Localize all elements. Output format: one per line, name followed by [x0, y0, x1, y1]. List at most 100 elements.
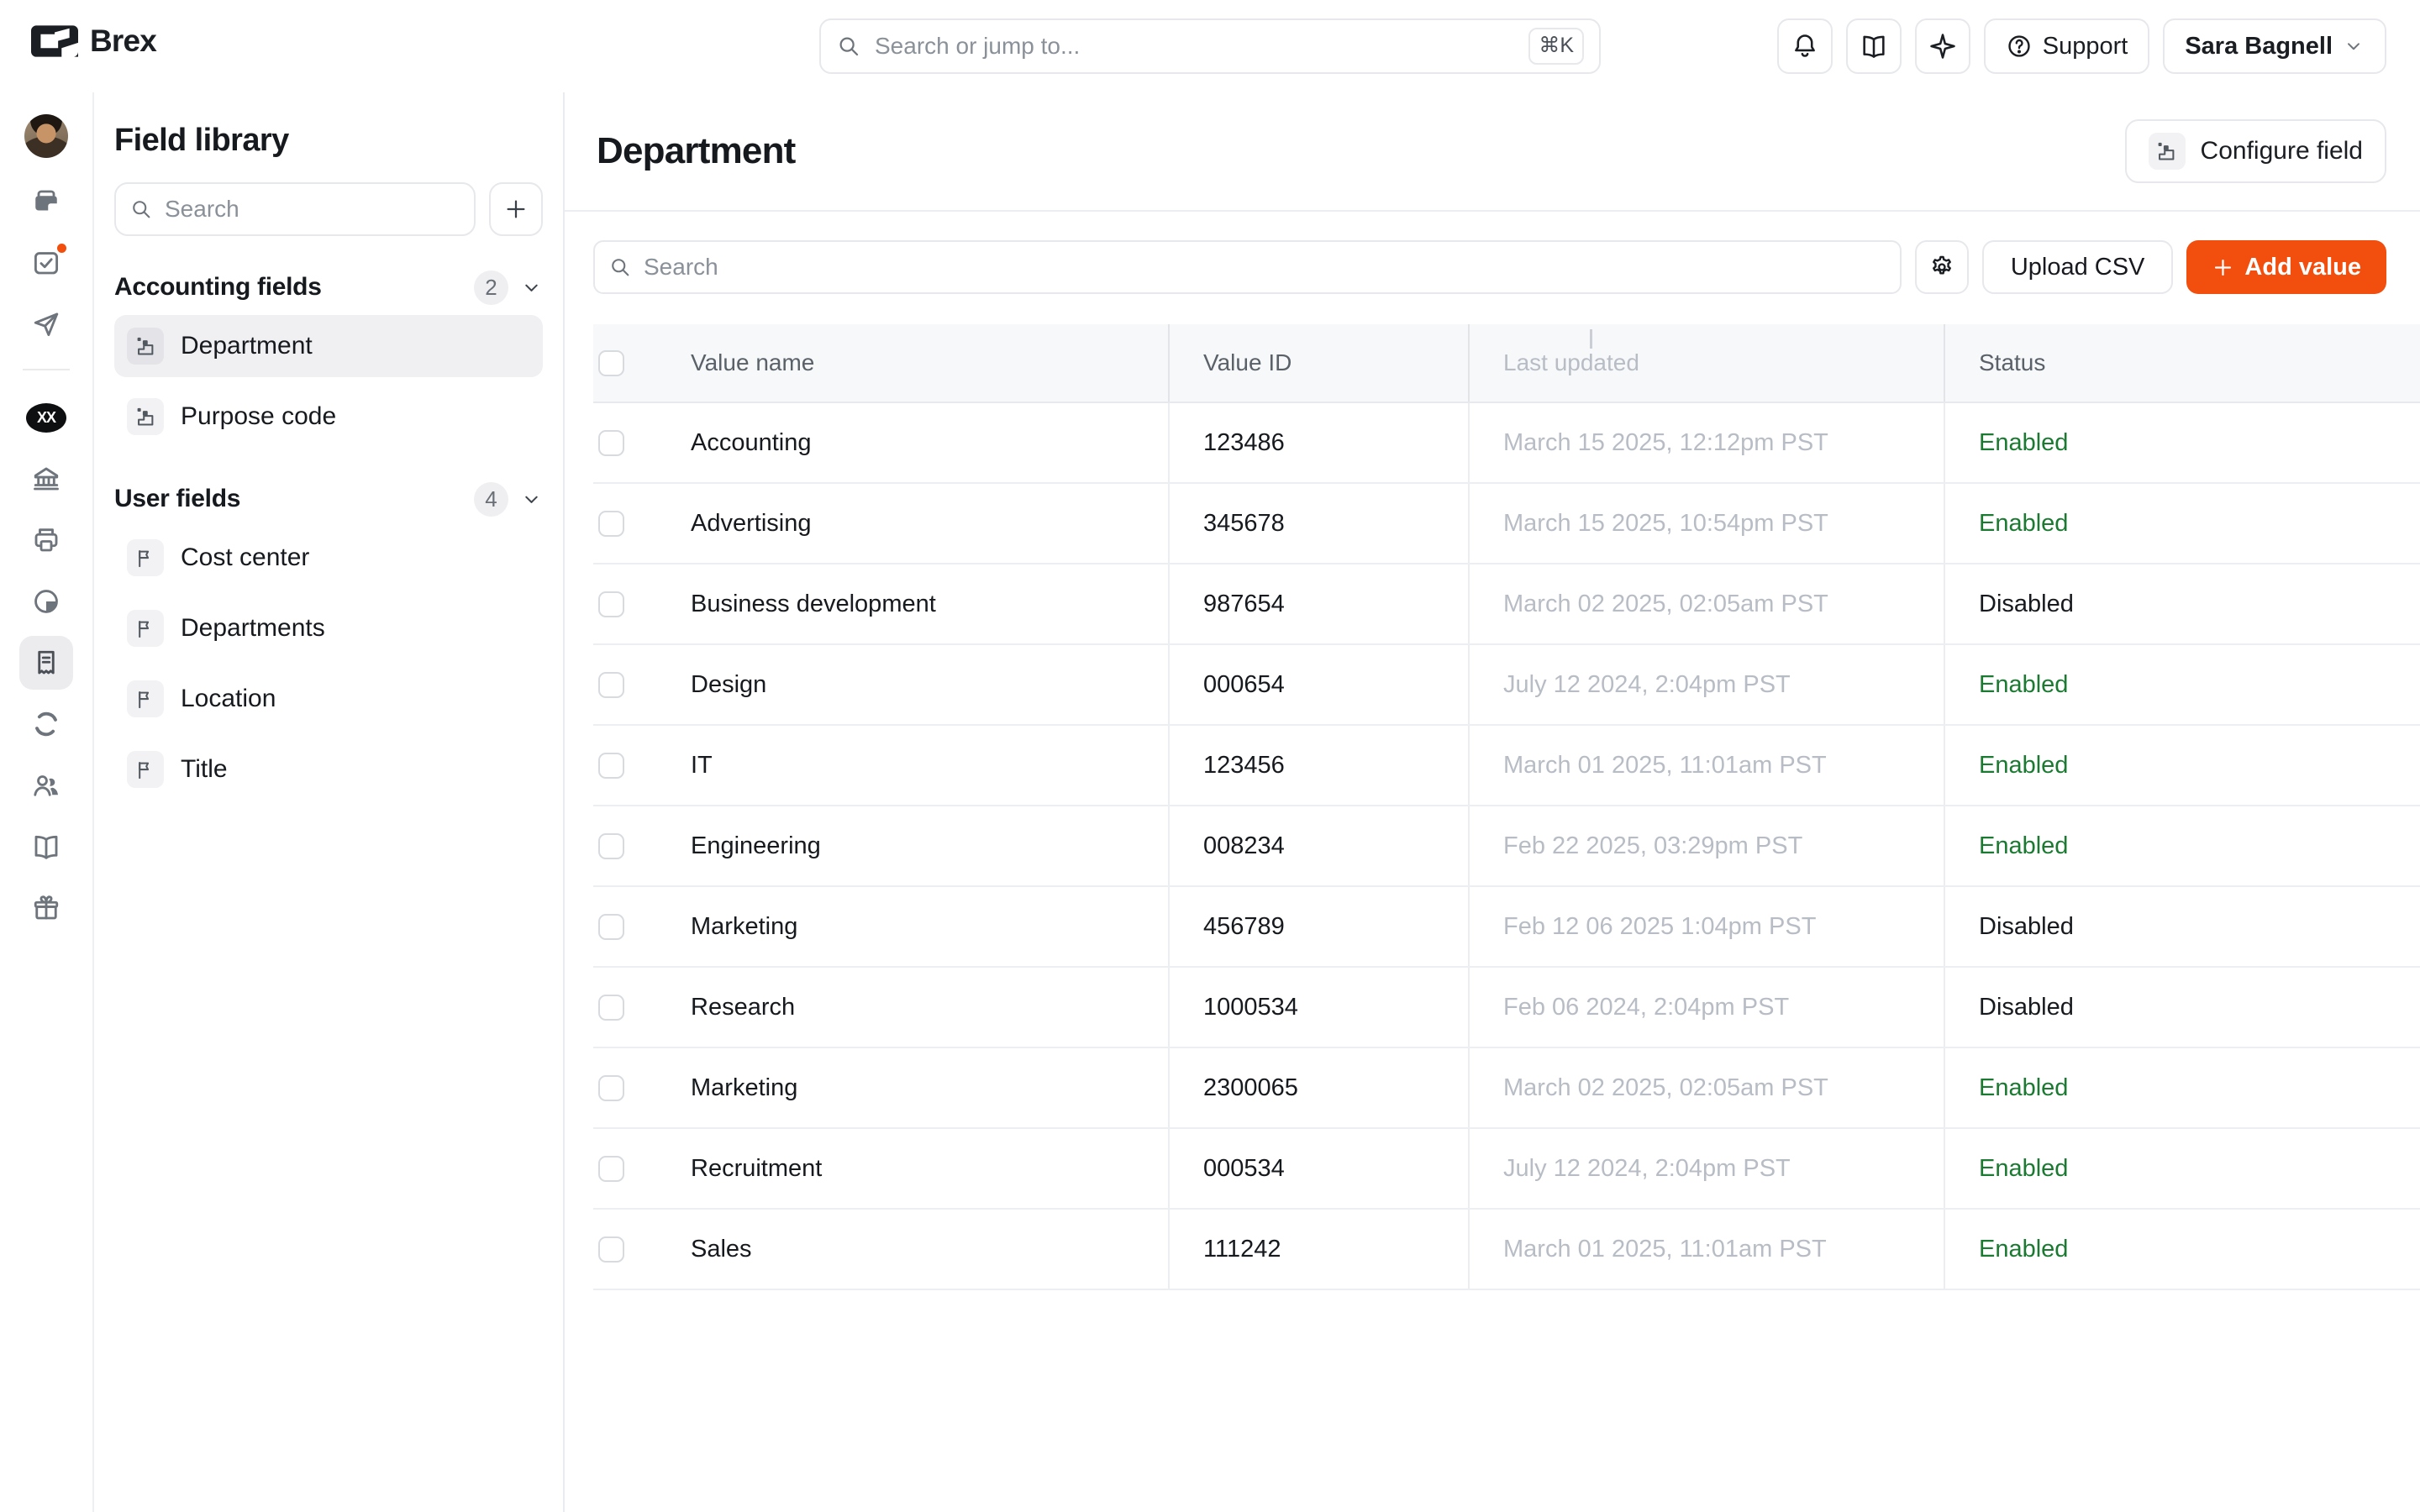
table-row[interactable]: Business development 987654 March 02 202… — [593, 564, 2420, 645]
table-row[interactable]: Marketing 2300065 March 02 2025, 02:05am… — [593, 1048, 2420, 1129]
rail-item-travel[interactable] — [19, 297, 73, 351]
table-row[interactable]: Design 000654 July 12 2024, 2:04pm PST E… — [593, 645, 2420, 726]
status-cell: Enabled — [1945, 645, 2420, 724]
status-cell: Disabled — [1945, 968, 2420, 1047]
chevron-down-icon[interactable] — [520, 488, 543, 511]
sidebar-field-item[interactable]: Title — [114, 738, 543, 801]
panel-title: Field library — [114, 123, 543, 159]
row-checkbox[interactable] — [598, 591, 624, 617]
global-search[interactable]: ⌘K — [819, 18, 1601, 74]
table-row[interactable]: Sales 111242 March 01 2025, 11:01am PST … — [593, 1210, 2420, 1290]
rail-item-receipts[interactable] — [19, 636, 73, 690]
field-search-input[interactable] — [165, 196, 460, 223]
sidebar-field-item[interactable]: Department — [114, 315, 543, 377]
pie-chart-icon — [31, 586, 61, 617]
table-row[interactable]: Accounting 123486 March 15 2025, 12:12pm… — [593, 403, 2420, 484]
sidebar-field-item[interactable]: Cost center — [114, 527, 543, 589]
rail-item-print[interactable] — [19, 513, 73, 567]
user-avatar[interactable] — [24, 114, 68, 158]
rail-item-cards[interactable] — [19, 175, 73, 228]
row-checkbox[interactable] — [598, 753, 624, 779]
sidebar-field-item[interactable]: Departments — [114, 597, 543, 659]
value-name-cell: Research — [691, 968, 1170, 1047]
column-resize-handle[interactable] — [1590, 329, 1592, 349]
status-cell: Enabled — [1945, 1129, 2420, 1208]
last-updated-cell: March 01 2025, 11:01am PST — [1470, 726, 1945, 805]
select-all-checkbox[interactable] — [598, 350, 624, 376]
value-name-cell: IT — [691, 726, 1170, 805]
value-search-input[interactable] — [644, 254, 1886, 281]
global-search-input[interactable] — [875, 33, 1515, 60]
field-icon-chip — [2149, 133, 2186, 170]
support-button[interactable]: Support — [1984, 18, 2150, 74]
add-value-button[interactable]: Add value — [2186, 240, 2386, 294]
value-id-cell: 123456 — [1170, 726, 1470, 805]
row-checkbox[interactable] — [598, 511, 624, 537]
field-type-icon — [134, 406, 157, 428]
user-menu-button[interactable]: Sara Bagnell — [2163, 18, 2386, 74]
page-title: Department — [597, 130, 796, 172]
table-row[interactable]: IT 123456 March 01 2025, 11:01am PST Ena… — [593, 726, 2420, 806]
table-row[interactable]: Research 1000534 Feb 06 2024, 2:04pm PST… — [593, 968, 2420, 1048]
rail-item-tasks[interactable] — [19, 236, 73, 290]
add-field-button[interactable] — [489, 182, 543, 236]
row-checkbox[interactable] — [598, 430, 624, 456]
table-settings-button[interactable] — [1915, 240, 1969, 294]
table-row[interactable]: Marketing 456789 Feb 12 06 2025 1:04pm P… — [593, 887, 2420, 968]
last-updated-cell: March 15 2025, 10:54pm PST — [1470, 484, 1945, 563]
sidebar-field-item[interactable]: Purpose code — [114, 386, 543, 448]
assistant-button[interactable] — [1915, 18, 1970, 74]
section-count-badge: 4 — [474, 482, 508, 517]
rail-item-sync[interactable] — [19, 697, 73, 751]
value-search[interactable] — [593, 240, 1902, 294]
field-item-label: Department — [181, 332, 313, 360]
row-checkbox[interactable] — [598, 672, 624, 698]
rail-item-rewards[interactable] — [19, 881, 73, 935]
notifications-button[interactable] — [1777, 18, 1833, 74]
status-cell: Disabled — [1945, 887, 2420, 966]
help-circle-icon — [2006, 33, 2033, 60]
rail-item-reporting[interactable] — [19, 575, 73, 628]
field-item-label: Purpose code — [181, 402, 336, 431]
section-label: User fields — [114, 485, 240, 513]
last-updated-cell: March 02 2025, 02:05am PST — [1470, 564, 1945, 643]
last-updated-cell: July 12 2024, 2:04pm PST — [1470, 645, 1945, 724]
rail-item-people[interactable] — [19, 759, 73, 812]
row-checkbox[interactable] — [598, 1075, 624, 1101]
row-checkbox[interactable] — [598, 1156, 624, 1182]
field-item-label: Cost center — [181, 543, 309, 572]
brex-mark-icon — [31, 24, 78, 59]
rail-item-company[interactable]: XX — [19, 391, 73, 444]
table-row[interactable]: Engineering 008234 Feb 22 2025, 03:29pm … — [593, 806, 2420, 887]
plus-icon — [503, 197, 529, 222]
company-logo: XX — [26, 403, 66, 433]
value-name-cell: Design — [691, 645, 1170, 724]
field-icon-chip — [127, 610, 164, 647]
status-cell: Enabled — [1945, 1048, 2420, 1127]
row-checkbox[interactable] — [598, 914, 624, 940]
upload-csv-button[interactable]: Upload CSV — [1982, 240, 2174, 294]
row-checkbox[interactable] — [598, 995, 624, 1021]
table-toolbar: Upload CSV Add value — [593, 240, 2386, 294]
travel-icon — [31, 309, 61, 339]
brex-logo[interactable]: Brex — [31, 24, 156, 59]
field-type-icon — [134, 547, 157, 570]
field-icon-chip — [127, 398, 164, 435]
bell-icon — [1791, 32, 1819, 60]
sidebar-field-item[interactable]: Location — [114, 668, 543, 730]
field-search[interactable] — [114, 182, 476, 236]
rail-item-library[interactable] — [19, 820, 73, 874]
value-id-cell: 123486 — [1170, 403, 1470, 482]
column-header-status: Status — [1945, 324, 2420, 402]
docs-button[interactable] — [1846, 18, 1902, 74]
sidebar-section-header[interactable]: Accounting fields 2 — [114, 270, 543, 305]
row-checkbox[interactable] — [598, 833, 624, 859]
table-row[interactable]: Advertising 345678 March 15 2025, 10:54p… — [593, 484, 2420, 564]
rail-item-banking[interactable] — [19, 452, 73, 506]
configure-field-button[interactable]: Configure field — [2125, 119, 2386, 183]
sidebar-section-header[interactable]: User fields 4 — [114, 481, 543, 517]
row-checkbox[interactable] — [598, 1236, 624, 1263]
chevron-down-icon[interactable] — [520, 276, 543, 299]
table-row[interactable]: Recruitment 000534 July 12 2024, 2:04pm … — [593, 1129, 2420, 1210]
nav-rail: XX — [0, 92, 94, 1512]
